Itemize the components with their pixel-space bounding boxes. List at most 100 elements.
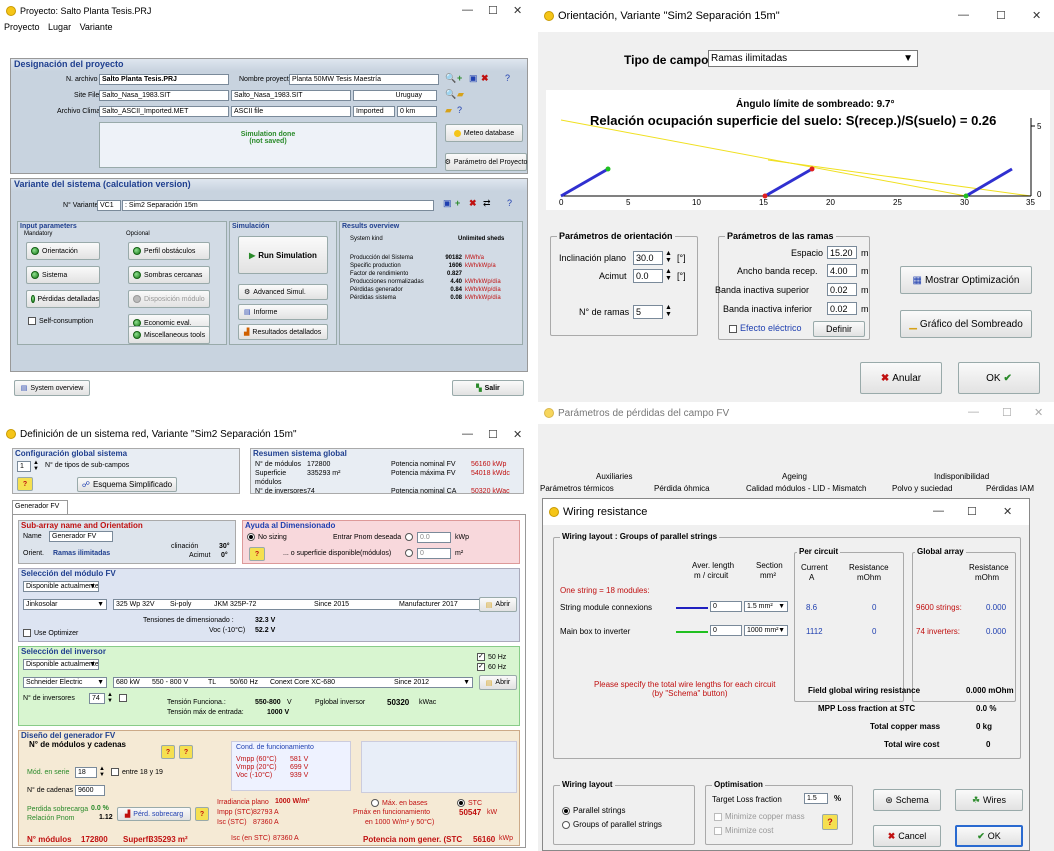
maximize-icon[interactable]: ☐ xyxy=(488,428,498,441)
help-button[interactable]: ? xyxy=(17,477,33,491)
schema-button[interactable]: ⊛ Schema xyxy=(873,789,941,811)
close-icon[interactable]: ✕ xyxy=(513,428,522,441)
menu-lugar[interactable]: Lugar xyxy=(48,22,71,32)
meteo-database-button[interactable]: Meteo database xyxy=(445,124,523,142)
tlf-field[interactable]: 1.5 xyxy=(804,793,828,804)
string-section-select[interactable]: 1.5 mm² ▼ xyxy=(744,601,788,612)
tab-calidad[interactable]: Calidad módulos - LID - Mismatch xyxy=(746,484,866,493)
system-overview-button[interactable]: ▤ System overview xyxy=(14,380,90,396)
narchivo-field[interactable]: Salto Planta Tesis.PRJ xyxy=(99,74,229,85)
tab-termicos[interactable]: Parámetros térmicos xyxy=(540,484,614,493)
nramas-field[interactable]: 5 xyxy=(633,305,663,319)
minimize-icon[interactable]: — xyxy=(462,428,473,440)
perdidas-button[interactable]: Pérdidas detalladas xyxy=(26,290,100,308)
orientacion-button[interactable]: Orientación xyxy=(26,242,100,260)
tab-indisponibilidad[interactable]: Indisponibilidad xyxy=(934,472,989,481)
folder-icon[interactable]: ▰ xyxy=(457,90,464,99)
main-length-field[interactable]: 0 xyxy=(710,625,742,636)
hz50-checkbox[interactable]: ✓ 50 Hz xyxy=(477,653,506,661)
salir-button[interactable]: ▚ Salir xyxy=(452,380,524,396)
esquema-simplificado-button[interactable]: ☍ Esquema Simplificado xyxy=(77,477,177,492)
close-icon[interactable]: ✕ xyxy=(513,4,522,17)
resultados-detallados-button[interactable]: ▟ Resultados detallados xyxy=(238,324,328,340)
ok-button[interactable]: ✔ OK xyxy=(955,825,1023,847)
use-optimizer-checkbox[interactable]: Use Optimizer xyxy=(23,629,78,637)
nvariante-field[interactable]: VC1 xyxy=(97,200,121,211)
help-button[interactable]: ? xyxy=(161,745,175,759)
maximize-icon[interactable]: ☐ xyxy=(996,9,1006,22)
efecto-electrico-checkbox[interactable]: Efecto eléctrico xyxy=(729,323,802,333)
km-field[interactable]: 0 km xyxy=(397,106,437,117)
ntipos-field[interactable]: 1 xyxy=(17,461,31,472)
help-button[interactable]: ? xyxy=(249,547,265,561)
min-cost-checkbox[interactable]: Minimize cost xyxy=(714,826,773,835)
nvariante-desc-field[interactable]: : Sim2 Separación 15m xyxy=(122,200,434,211)
folder-icon[interactable]: ▰ xyxy=(445,106,452,115)
informe-button[interactable]: ▤ Informe xyxy=(238,304,328,320)
perd-sobrecarga-button[interactable]: ▟ Pérd. sobrecarg xyxy=(117,807,191,821)
maximize-icon[interactable]: ☐ xyxy=(967,505,977,518)
tab-generador[interactable]: Generador FV xyxy=(12,500,68,514)
close-icon[interactable]: ✕ xyxy=(1034,406,1043,419)
disposicion-modulo-button[interactable]: Disposición módulo xyxy=(128,290,210,308)
maximize-icon[interactable]: ☐ xyxy=(488,4,498,17)
mod-maker-select[interactable]: Jinkosolar ▼ xyxy=(23,599,107,610)
pnom-field[interactable]: 0.0 xyxy=(417,532,451,543)
sup-field[interactable]: 0 xyxy=(417,548,451,559)
help-button[interactable]: ? xyxy=(195,807,209,821)
disponible-inv-select[interactable]: Disponible actualmente ▼ xyxy=(23,659,99,670)
min-copper-checkbox[interactable]: Minimize copper mass xyxy=(714,812,805,821)
menu-variante[interactable]: Variante xyxy=(80,22,113,32)
spin-icon[interactable]: ▲ ▼ xyxy=(107,692,113,704)
save-icon[interactable]: ▣ xyxy=(469,74,478,83)
tab-polvo[interactable]: Polvo y suciedad xyxy=(892,484,952,493)
search-icon[interactable]: 🔍 xyxy=(445,90,456,99)
ok-button[interactable]: OK ✔ xyxy=(958,362,1040,394)
no-sizing-radio[interactable]: No sizing xyxy=(247,533,287,541)
arrows-icon[interactable]: ⇄ xyxy=(483,199,491,208)
abrir-modulo-button[interactable]: ▤ Abrir xyxy=(479,597,517,612)
spin-icon[interactable]: ▲ ▼ xyxy=(33,460,39,472)
tipo-campo-select[interactable]: Ramas ilimitadas ▼ xyxy=(708,50,918,67)
delete-icon[interactable]: ✖ xyxy=(481,74,489,83)
abrir-inversor-button[interactable]: ▤ Abrir xyxy=(479,675,517,690)
self-consumption-checkbox[interactable]: Self-consumption xyxy=(28,317,93,325)
help-icon[interactable]: ? xyxy=(507,199,512,208)
sup-field[interactable]: 0.02 xyxy=(827,283,857,296)
acimut-field[interactable]: 0.0 xyxy=(633,269,663,283)
ancho-field[interactable]: 4.00 xyxy=(827,264,857,277)
minimize-icon[interactable]: — xyxy=(462,4,473,16)
nombre-field[interactable]: Planta 50MW Tesis Maestría xyxy=(289,74,439,85)
minimize-icon[interactable]: — xyxy=(933,505,944,517)
spin-icon[interactable]: ▲ ▼ xyxy=(99,766,105,778)
close-icon[interactable]: ✕ xyxy=(1003,505,1012,518)
misc-tools-button[interactable]: Miscellaneous tools xyxy=(128,326,210,344)
checkbox-icon[interactable] xyxy=(119,694,127,702)
main-section-select[interactable]: 1000 mm² ▼ xyxy=(744,625,788,636)
search-icon[interactable]: 🔍 xyxy=(445,74,456,83)
sistema-button[interactable]: Sistema xyxy=(26,266,100,284)
run-simulation-button[interactable]: ▶ Run Simulation xyxy=(238,236,328,274)
stc-radio[interactable]: STC xyxy=(457,799,482,807)
grafico-sombreado-button[interactable]: ▁ Gráfico del Sombreado xyxy=(900,310,1032,338)
cancel-button[interactable]: ✖ Cancel xyxy=(873,825,941,847)
perfil-obstaculos-button[interactable]: Perfil obstáculos xyxy=(128,242,210,260)
inclinacion-field[interactable]: 30.0 xyxy=(633,251,663,265)
ncad-field[interactable]: 9600 xyxy=(75,785,105,796)
name-field[interactable]: Generador FV xyxy=(49,531,113,542)
tab-ohmica[interactable]: Pérdida óhmica xyxy=(654,484,710,493)
spin-icon[interactable]: ▲ ▼ xyxy=(665,250,672,264)
help-icon[interactable]: ? xyxy=(505,74,510,83)
radio-icon[interactable] xyxy=(405,549,413,557)
close-icon[interactable]: ✕ xyxy=(1032,9,1041,22)
maximize-icon[interactable]: ☐ xyxy=(1002,406,1012,419)
inf-field[interactable]: 0.02 xyxy=(827,302,857,315)
espacio-field[interactable]: 15.20 xyxy=(827,246,857,259)
minimize-icon[interactable]: — xyxy=(958,9,969,21)
inv-model-select[interactable]: 680 kW 550 - 800 V TL 50/60 Hz Conext Core X… xyxy=(113,677,473,688)
inv-maker-select[interactable]: Schneider Electric ▼ xyxy=(23,677,107,688)
add-icon[interactable]: + xyxy=(455,199,460,208)
string-length-field[interactable]: 0 xyxy=(710,601,742,612)
mod-model-select[interactable]: 325 Wp 32V Si-poly JKM 325P-72 Since 2015 Ma… xyxy=(113,599,501,610)
minimize-icon[interactable]: — xyxy=(968,406,979,418)
